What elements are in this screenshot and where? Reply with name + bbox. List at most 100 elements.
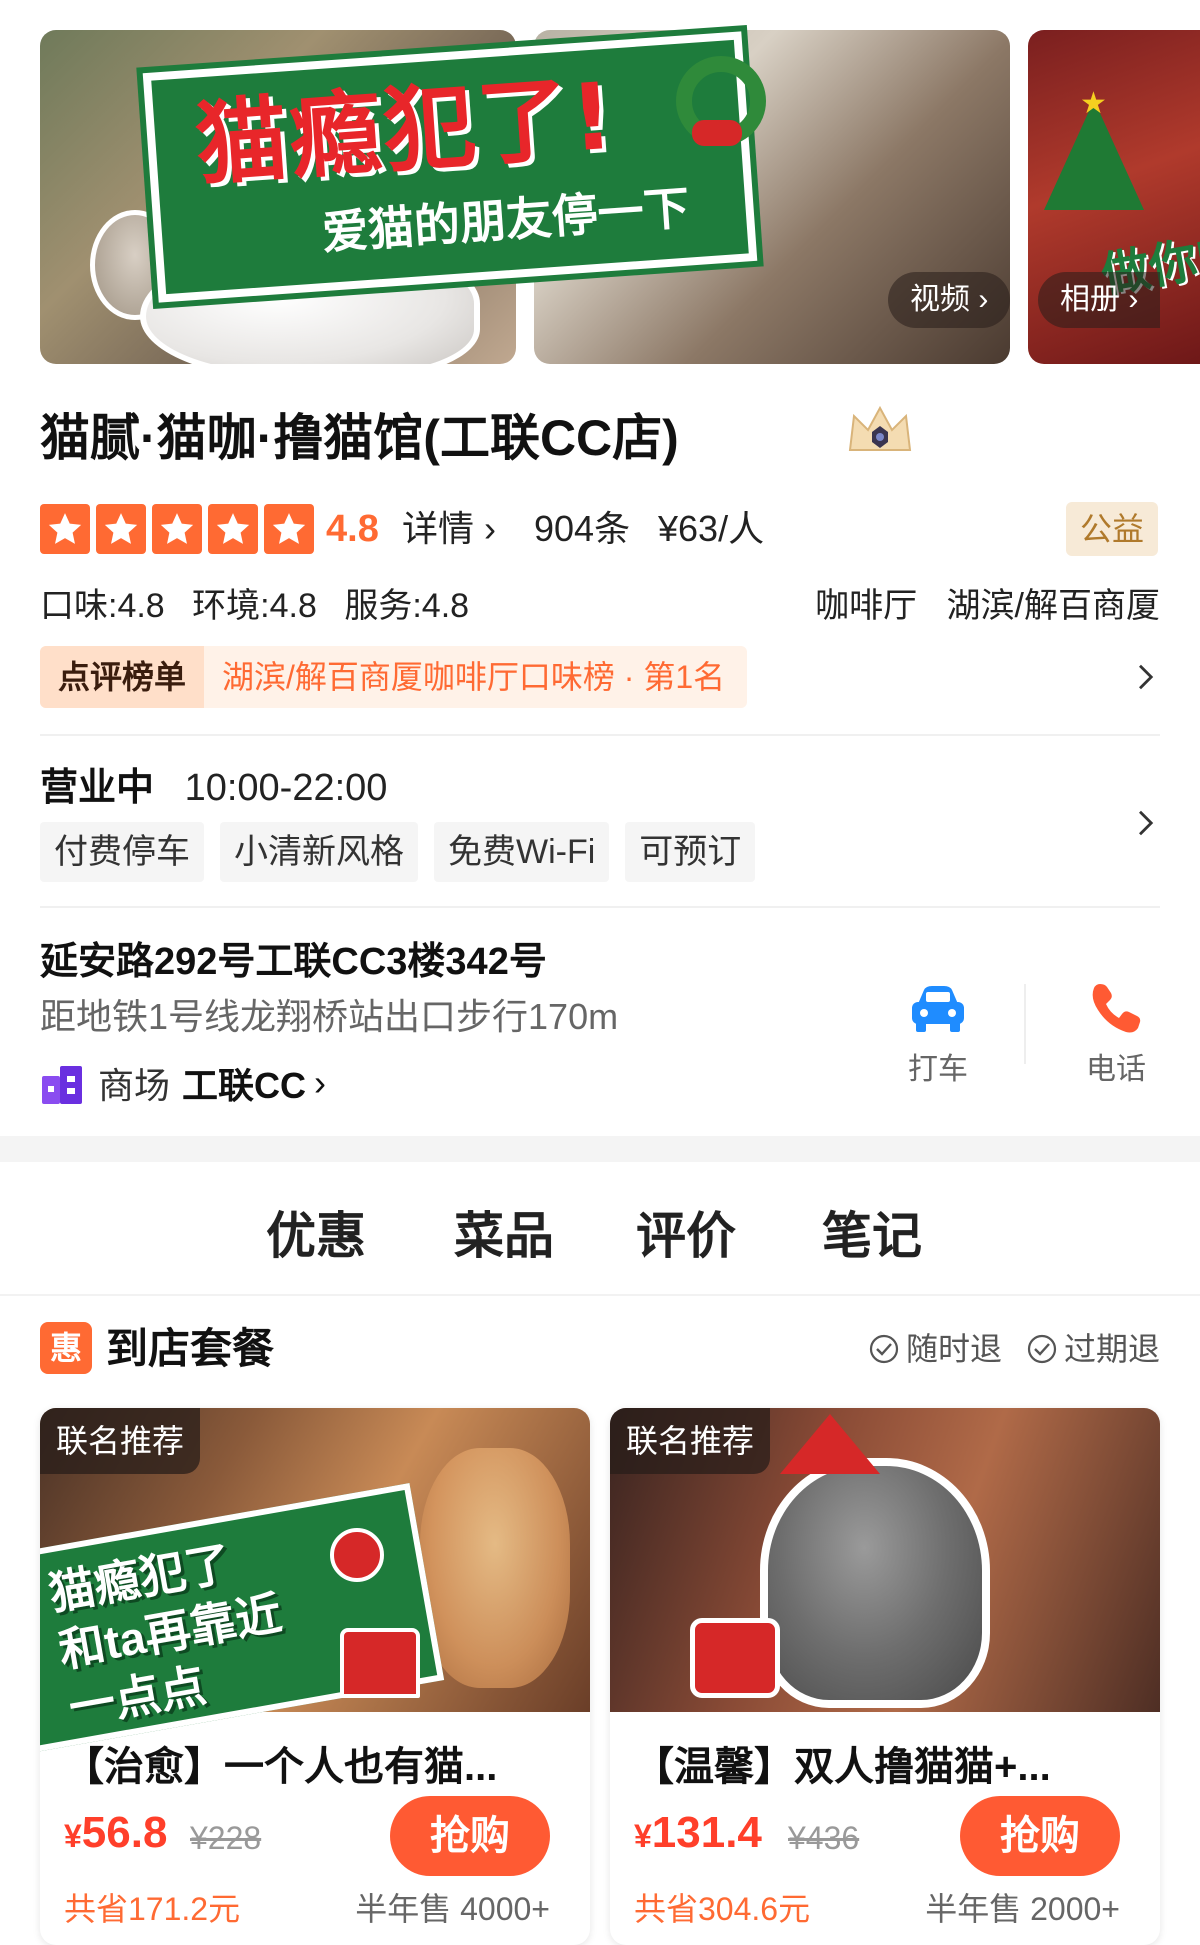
- ranking-label: 点评榜单: [40, 646, 205, 708]
- star-icon: [264, 504, 314, 554]
- phone-button[interactable]: 电话: [1056, 980, 1176, 1088]
- charity-badge[interactable]: 公益: [1065, 502, 1158, 556]
- tab-bar: 优惠 菜品 评价 笔记: [0, 1196, 1200, 1276]
- sales-count: 半年售 2000+: [925, 1891, 1120, 1927]
- sales-count: 半年售 4000+: [355, 1891, 550, 1927]
- deals-title: 到店套餐: [106, 1325, 275, 1372]
- currency-symbol: ¥: [64, 1818, 82, 1854]
- photo-gallery[interactable]: 猫瘾犯了! 爱猫的朋友停一下 ★ 做你的猫 视频 › 相册 ›: [0, 0, 1200, 380]
- business-hours[interactable]: 营业中 10:00-22:00: [40, 756, 387, 811]
- sub-scores: 口味:4.8 环境:4.8 服务:4.8: [40, 578, 487, 627]
- tab-notes[interactable]: 笔记: [822, 1196, 922, 1276]
- chevron-right-icon[interactable]: [1130, 808, 1160, 838]
- average-price: ¥63/人: [658, 508, 765, 549]
- guarantee-anytime-refund: 随时退: [868, 1318, 1002, 1380]
- phone-icon: [1092, 984, 1141, 1033]
- tab-deals[interactable]: 优惠: [266, 1196, 366, 1276]
- savings-text: 共省304.6元: [634, 1891, 811, 1927]
- facility-tags: 付费停车 小清新风格 免费Wi-Fi 可预订: [40, 822, 756, 882]
- divider: [40, 906, 1160, 908]
- tag-wifi: 免费Wi-Fi: [434, 822, 610, 882]
- chevron-right-icon: ›: [314, 1062, 327, 1103]
- taste-score: 口味:4.8: [40, 587, 165, 625]
- category-location: 咖啡厅 湖滨/解百商厦: [795, 578, 1160, 627]
- shop-name: 猫腻·猫咖·撸猫馆(工联CC店): [40, 410, 679, 466]
- deals-header: 惠 到店套餐 随时退 过期退: [40, 1318, 1160, 1380]
- tab-reviews[interactable]: 评价: [636, 1196, 736, 1276]
- guarantee-expiry-refund: 过期退: [1026, 1318, 1160, 1380]
- crown-icon: [848, 405, 912, 451]
- promo-banner: 猫瘾犯了! 爱猫的朋友停一下: [142, 31, 758, 303]
- tag-style: 小清新风格: [220, 822, 418, 882]
- deal-banner-text: 猫瘾犯了 和ta再靠近 一点点: [44, 1536, 286, 1735]
- mall-name: 工联CC: [182, 1065, 307, 1106]
- star-icon: [208, 504, 258, 554]
- section-divider: [0, 1136, 1200, 1162]
- deal-image: 联名推荐: [610, 1408, 1160, 1712]
- tag-parking: 付费停车: [40, 822, 204, 882]
- subway-distance: 距地铁1号线龙翔桥站出口步行170m: [40, 996, 619, 1037]
- cat-image: [760, 1458, 990, 1708]
- star-icon: [40, 504, 90, 554]
- mall-link[interactable]: 商场 工联CC ›: [40, 1058, 326, 1108]
- tag-reservable: 可预订: [625, 822, 756, 882]
- divider: [40, 734, 1160, 736]
- check-circle-icon: [869, 1334, 899, 1364]
- review-count[interactable]: 904条: [534, 504, 630, 554]
- open-status: 营业中: [40, 767, 155, 809]
- guarantee-label: 过期退: [1063, 1331, 1160, 1367]
- ranking-row[interactable]: 点评榜单 湖滨/解百商厦咖啡厅口味榜 · 第1名: [40, 646, 1160, 708]
- mall-label: 商场: [98, 1065, 171, 1106]
- guarantee-label: 随时退: [905, 1331, 1002, 1367]
- shop-district: 湖滨/解百商厦: [946, 587, 1160, 625]
- currency-symbol: ¥: [634, 1818, 652, 1854]
- building-icon: [42, 1066, 82, 1104]
- shop-address[interactable]: 延安路292号工联CC3楼342号: [40, 930, 547, 985]
- co-brand-ribbon: 联名推荐: [610, 1408, 771, 1474]
- deal-price: ¥131.4: [634, 1808, 762, 1858]
- video-button[interactable]: 视频 ›: [888, 272, 1011, 328]
- taxi-button[interactable]: 打车: [878, 980, 998, 1088]
- deal-title: 【温馨】双人撸猫猫+...: [634, 1745, 1051, 1789]
- service-score: 服务:4.8: [344, 587, 470, 625]
- deal-banner: 猫瘾犯了 和ta再靠近 一点点: [40, 1483, 445, 1753]
- divider: [1024, 984, 1026, 1064]
- star-icon: ★: [1080, 87, 1107, 120]
- savings-text: 共省171.2元: [64, 1891, 241, 1927]
- deal-title: 【治愈】一个人也有猫...: [64, 1745, 498, 1789]
- price-value: 131.4: [651, 1808, 762, 1857]
- deal-image: 猫瘾犯了 和ta再靠近 一点点 联名推荐: [40, 1408, 590, 1753]
- price-value: 56.8: [81, 1808, 168, 1857]
- bow-icon: [692, 120, 742, 146]
- divider: [0, 1294, 1200, 1296]
- opening-hours: 10:00-22:00: [184, 767, 388, 809]
- rating-row: 4.8 详情 › 904条 ¥63/人 公益: [40, 500, 1160, 558]
- original-price: ¥228: [190, 1820, 262, 1856]
- cat-image: [420, 1448, 570, 1688]
- album-label: 相册: [1060, 283, 1120, 316]
- taxi-label: 打车: [908, 1053, 968, 1086]
- buy-button[interactable]: 抢购: [390, 1796, 550, 1876]
- detail-label: 详情: [402, 508, 475, 549]
- check-circle-icon: [1027, 1334, 1057, 1364]
- deal-card[interactable]: 联名推荐 【温馨】双人撸猫猫+... ¥131.4 ¥436 抢购 共省304.…: [610, 1408, 1160, 1945]
- car-icon: [912, 986, 964, 1032]
- star-icon: [152, 504, 202, 554]
- star-rating: [40, 504, 314, 554]
- shop-category: 咖啡厅: [815, 587, 918, 625]
- album-button[interactable]: 相册 ›: [1038, 272, 1161, 328]
- stocking-icon: [690, 1618, 780, 1698]
- paw-icon: [330, 1528, 384, 1582]
- deal-card[interactable]: 猫瘾犯了 和ta再靠近 一点点 联名推荐 【治愈】一个人也有猫... ¥56.8…: [40, 1408, 590, 1945]
- rating-detail-link[interactable]: 详情 ›: [402, 504, 496, 554]
- tab-dishes[interactable]: 菜品: [454, 1196, 554, 1276]
- video-label: 视频: [910, 283, 970, 316]
- deal-price: ¥56.8: [64, 1808, 167, 1858]
- ranking-badge: 点评榜单 湖滨/解百商厦咖啡厅口味榜 · 第1名: [40, 646, 748, 708]
- original-price: ¥436: [788, 1820, 860, 1856]
- buy-button[interactable]: 抢购: [960, 1796, 1120, 1876]
- santa-hat-icon: [780, 1414, 880, 1474]
- refund-guarantees: 随时退 过期退: [868, 1318, 1160, 1380]
- ranking-text: 湖滨/解百商厦咖啡厅口味榜 · 第1名: [222, 659, 726, 695]
- chevron-right-icon: [1139, 664, 1154, 690]
